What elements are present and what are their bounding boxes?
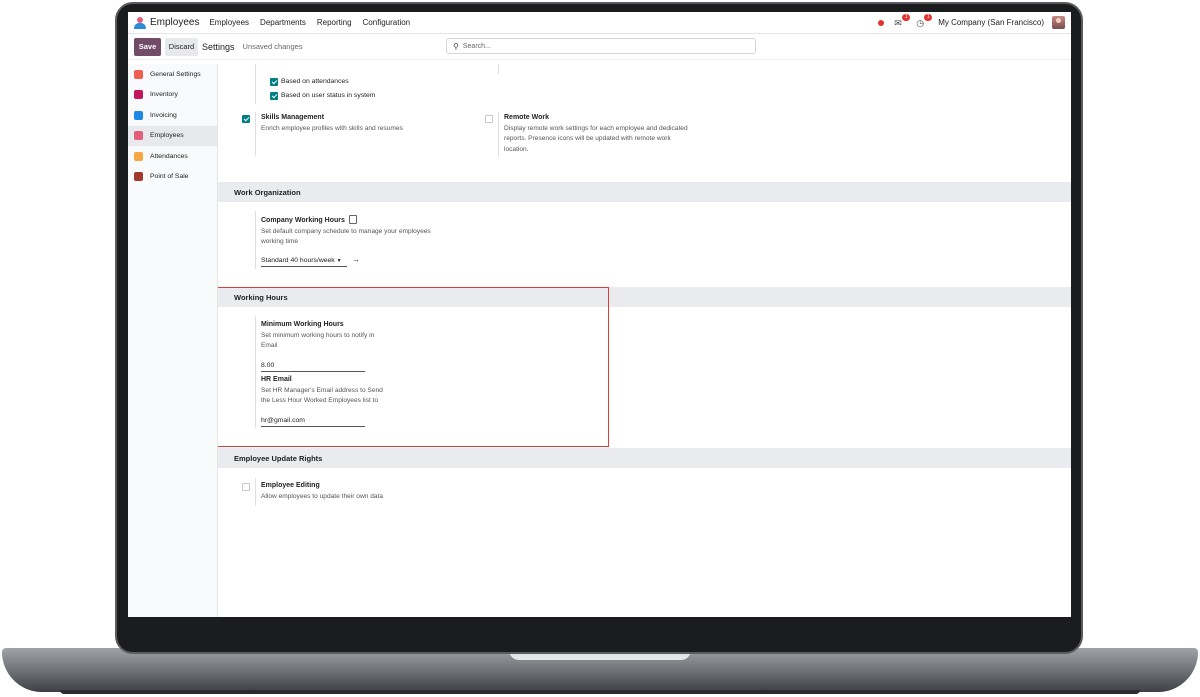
section-work-organization: Work Organization (218, 182, 1071, 202)
messages-badge: 1 (902, 13, 911, 21)
attendances-icon (134, 151, 143, 161)
search-placeholder: Search... (462, 42, 491, 50)
sidebar-item-employees[interactable]: Employees (128, 125, 217, 146)
sidebar-item-label: General Settings (150, 70, 201, 78)
skills-title: Skills Management (261, 114, 325, 121)
building-icon (348, 215, 357, 224)
sidebar-item-label: Invoicing (150, 111, 177, 119)
company-hours-desc-2: working time (261, 238, 299, 245)
company-hours-desc-1: Set default company schedule to manage y… (261, 227, 431, 235)
remote-work-title: Remote Work (504, 114, 549, 121)
attendance-checkbox[interactable] (270, 78, 278, 86)
employee-editing-setting: Employee Editing Allow employees to upda… (261, 481, 481, 502)
sidebar-item-label: Inventory (150, 91, 178, 99)
settings-main: Based on attendances Based on user statu… (218, 64, 1071, 617)
employees-icon (134, 131, 143, 141)
divider (255, 112, 256, 156)
employee-editing-title: Employee Editing (261, 482, 320, 489)
employees-app-icon[interactable] (134, 16, 146, 29)
remote-work-desc-1: Display remote work settings for each em… (504, 124, 688, 132)
sidebar-item-general-settings[interactable]: General Settings (128, 64, 217, 85)
divider (498, 112, 499, 156)
laptop-foot (60, 690, 1140, 694)
navbar-right: ✉ 1 ◷ 1 My Company (San Francisco) (878, 13, 1071, 29)
skills-desc: Enrich employee profiles with skills and… (261, 124, 403, 132)
messages-icon[interactable]: ✉ 1 (894, 13, 911, 28)
status-dot-icon[interactable] (878, 19, 885, 26)
company-switcher[interactable]: My Company (San Francisco) (938, 18, 1044, 27)
internal-link-arrow-icon[interactable]: → (352, 255, 360, 264)
inventory-icon (134, 90, 143, 100)
menu-configuration[interactable]: Configuration (363, 18, 411, 27)
app-name[interactable]: Employees (150, 17, 199, 28)
skills-setting: Skills Management Enrich employee profil… (261, 113, 471, 134)
highlight-box (218, 287, 609, 447)
menu-reporting[interactable]: Reporting (317, 18, 352, 27)
divider (255, 211, 256, 269)
save-button[interactable]: Save (134, 37, 161, 56)
remote-work-checkbox[interactable] (485, 115, 493, 123)
stage: Employees Employees Departments Reportin… (0, 0, 1200, 697)
working-hours-select[interactable]: Standard 40 hours/week ▼ (261, 256, 347, 267)
search-icon: ⚲ (453, 41, 459, 51)
activities-clock-icon[interactable]: ◷ 1 (916, 13, 933, 28)
divider (255, 478, 256, 506)
unsaved-status: Unsaved changes (242, 42, 303, 51)
laptop-screen: Employees Employees Departments Reportin… (128, 12, 1071, 617)
sidebar-item-point-of-sale[interactable]: Point of Sale (128, 167, 217, 188)
menu-employees[interactable]: Employees (209, 18, 249, 27)
activities-badge: 1 (924, 13, 933, 21)
sidebar-item-label: Point of Sale (150, 173, 189, 181)
user-status-label: Based on user status in system (281, 92, 376, 99)
sidebar-item-invoicing[interactable]: Invoicing (128, 105, 217, 126)
invoicing-icon (134, 110, 143, 120)
sidebar-item-attendances[interactable]: Attendances (128, 146, 217, 167)
sidebar-item-label: Employees (150, 132, 184, 140)
divider (498, 64, 499, 74)
remote-work-desc-2: reports. Presence icons will be updated … (504, 135, 671, 142)
attendance-label: Based on attendances (281, 78, 349, 85)
employee-editing-desc: Allow employees to update their own data (261, 492, 384, 500)
employee-editing-checkbox[interactable] (242, 483, 250, 491)
divider (255, 64, 256, 104)
control-panel: Save Discard Settings Unsaved changes ⚲ … (128, 34, 1071, 60)
discard-button[interactable]: Discard (165, 37, 198, 56)
menu-departments[interactable]: Departments (260, 18, 306, 27)
remote-work-setting: Remote Work Display remote work settings… (504, 113, 744, 155)
sidebar-item-inventory[interactable]: Inventory (128, 85, 217, 106)
top-navbar: Employees Employees Departments Reportin… (128, 12, 1071, 34)
search-input[interactable]: ⚲ Search... (446, 38, 756, 54)
chevron-down-icon: ▼ (336, 258, 342, 264)
working-hours-value: Standard 40 hours/week (261, 257, 335, 264)
sidebar-item-label: Attendances (150, 152, 188, 160)
skills-checkbox[interactable] (242, 115, 250, 123)
company-hours-title: Company Working Hours (261, 217, 345, 224)
section-employee-update-rights: Employee Update Rights (218, 448, 1071, 468)
settings-sidebar: General Settings Inventory Invoicing Emp… (128, 64, 218, 617)
user-avatar[interactable] (1052, 16, 1065, 29)
general-settings-icon (134, 69, 143, 79)
breadcrumb: Settings (202, 41, 235, 52)
company-hours-setting: Company Working Hours Set default compan… (261, 215, 491, 248)
user-status-checkbox[interactable] (270, 92, 278, 100)
remote-work-desc-3: location. (504, 145, 529, 153)
point-of-sale-icon (134, 172, 143, 182)
